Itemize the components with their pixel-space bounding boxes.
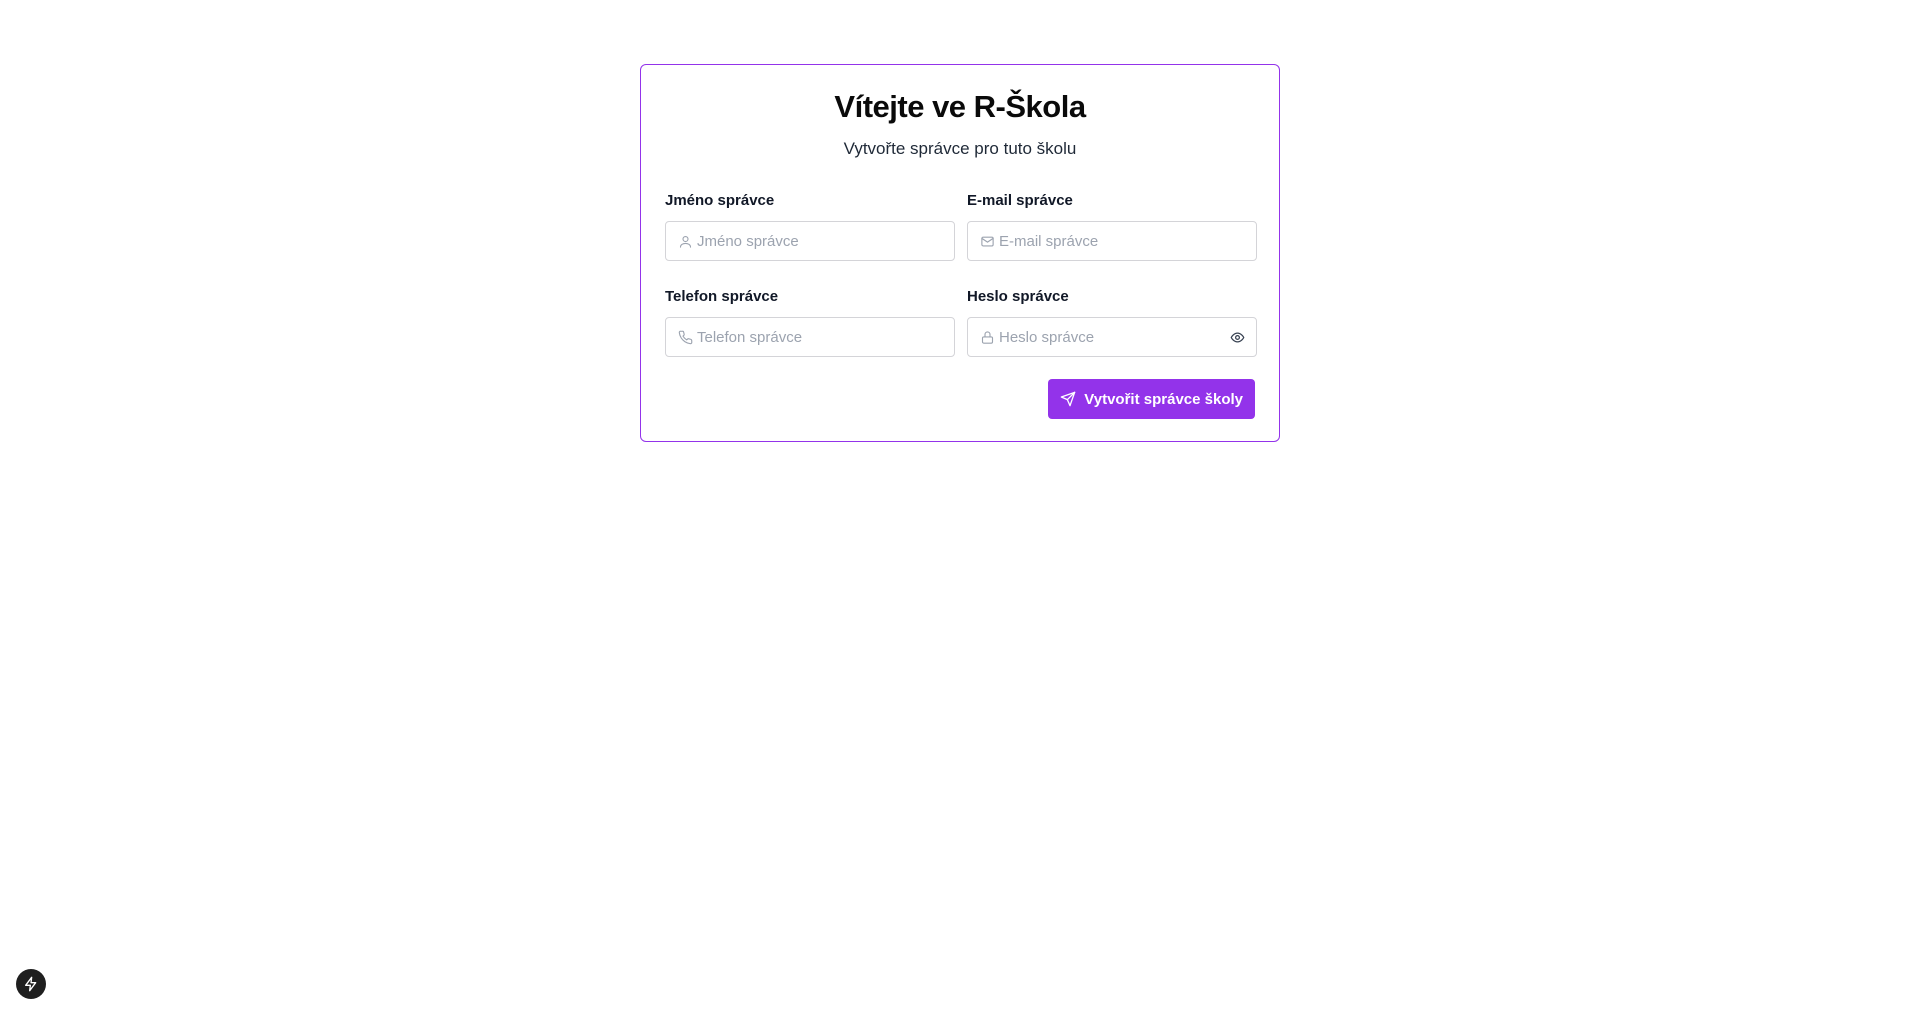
name-field-label: Jméno správce: [665, 192, 775, 209]
password-input-wrapper: [967, 317, 1257, 357]
phone-input-wrapper: [665, 317, 955, 357]
create-admin-card: Vítejte ve R-Škola Vytvořte správce pro …: [640, 64, 1280, 442]
lightning-icon: [25, 976, 37, 992]
phone-icon: [678, 330, 693, 345]
page-title: Vítejte ve R-Škola: [834, 89, 1086, 124]
name-input[interactable]: [697, 222, 927, 260]
password-input[interactable]: [999, 318, 1229, 356]
email-input[interactable]: [999, 222, 1229, 260]
password-field-label: Heslo správce: [967, 288, 1069, 305]
submit-button-label: Vytvořit správce školy: [1084, 390, 1243, 408]
toggle-password-visibility-button[interactable]: [1226, 326, 1248, 348]
name-field-group: Jméno správce: [665, 191, 955, 261]
email-field-group: E-mail správce: [967, 191, 1257, 261]
user-icon: [679, 235, 692, 248]
name-input-wrapper: [665, 221, 955, 261]
mail-icon: [981, 236, 994, 247]
lock-icon: [981, 331, 994, 344]
phone-field-label: Telefon správce: [665, 288, 779, 305]
phone-field-group: Telefon správce: [665, 287, 955, 357]
email-input-wrapper: [967, 221, 1257, 261]
dev-tools-badge[interactable]: [16, 969, 46, 999]
email-field-label: E-mail správce: [967, 192, 1073, 209]
eye-icon: [1230, 332, 1244, 342]
create-admin-submit-button[interactable]: Vytvořit správce školy: [1048, 379, 1255, 419]
send-icon: [1060, 391, 1076, 407]
phone-input[interactable]: [697, 318, 927, 356]
password-field-group: Heslo správce: [967, 287, 1257, 357]
page-subtitle: Vytvořte správce pro tuto školu: [843, 139, 1077, 158]
